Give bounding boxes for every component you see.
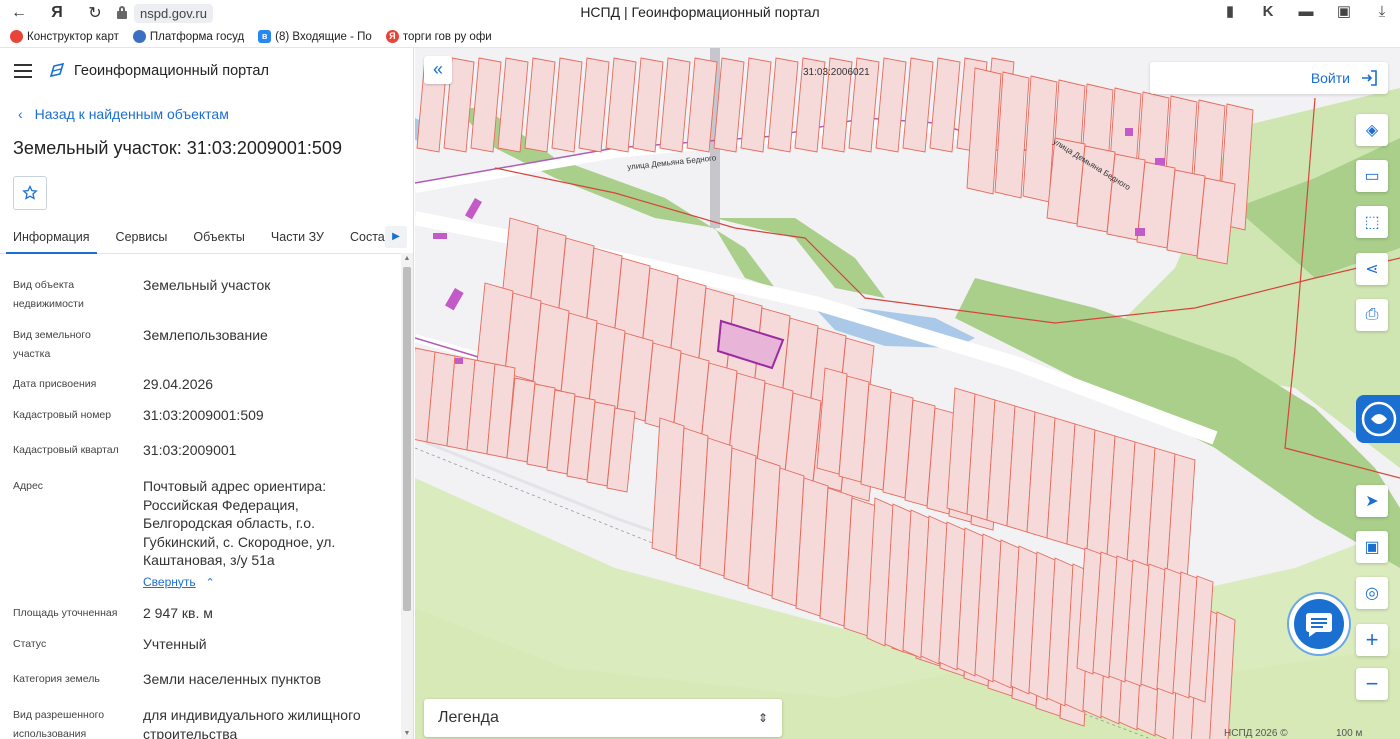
share-icon: ⋖ — [1365, 261, 1379, 278]
location-pin-icon: ◎ — [1365, 585, 1379, 602]
browser-actions: ▮ K ▬ ▣ ⤓ — [1220, 2, 1392, 21]
vk-icon: в — [258, 30, 272, 43]
select-area-icon: ⬚ — [1364, 214, 1380, 231]
bookmark-item[interactable]: Я торги гов ру офи — [385, 30, 492, 43]
help-icon — [1361, 401, 1397, 437]
zoom-out-button[interactable]: − — [1356, 668, 1388, 700]
login-icon — [1362, 70, 1377, 86]
select-area-button[interactable]: ⬚ — [1356, 206, 1388, 238]
download-icon[interactable]: ⤓ — [1372, 3, 1392, 20]
info-tabs: Информация Сервисы Объекты Части ЗУ Сост… — [0, 220, 413, 254]
land-parcel[interactable] — [632, 57, 664, 153]
chat-button[interactable] — [1294, 599, 1344, 649]
browser-toolbar: ← Я ↻ nspd.gov.ru ▮ K ▬ ▣ ⤓ — [0, 0, 1400, 26]
map-svg — [415, 48, 1400, 739]
object-info-panel: Геоинформационный портал ‹ Назад к найде… — [0, 48, 414, 739]
scrollbar-thumb[interactable] — [403, 267, 411, 611]
navigation-arrow-icon: ➤ — [1365, 493, 1379, 510]
ruler-icon: ▭ — [1364, 168, 1380, 185]
object-title: Земельный участок: 31:03:2009001:509 — [13, 138, 342, 158]
bookmark-item[interactable]: Конструктор карт — [10, 30, 119, 43]
panel-scrollbar[interactable]: ▲ ▼ — [401, 253, 413, 739]
minimap-button[interactable]: ▣ — [1356, 531, 1388, 563]
collapse-panel-button[interactable]: « — [424, 56, 452, 84]
land-parcel[interactable] — [605, 57, 637, 153]
minimap-icon: ▣ — [1364, 539, 1380, 556]
star-icon — [22, 185, 38, 200]
browser-nav: ← Я ↻ — [0, 3, 114, 23]
chat-icon — [1306, 613, 1332, 637]
print-button[interactable]: ⎙ — [1356, 299, 1388, 331]
lock-icon — [116, 6, 128, 20]
bookmark-item[interactable]: в (8) Входящие - По — [258, 30, 372, 43]
emblem-icon — [132, 30, 146, 43]
chevron-left-icon: ‹ — [18, 106, 23, 122]
geolocate-button[interactable]: ➤ — [1356, 485, 1388, 517]
quarter-label: 31:03:2006021 — [803, 67, 870, 78]
copyright: НСПД 2026 © — [1224, 728, 1288, 739]
map-pin-icon — [10, 30, 23, 43]
land-parcel[interactable] — [875, 57, 907, 153]
address-text: Почтовый адрес ориентира: Российская Фед… — [143, 478, 336, 568]
location-search-button[interactable]: ◎ — [1356, 577, 1388, 609]
reload-icon[interactable]: ↻ — [76, 3, 114, 23]
tab-services[interactable]: Сервисы — [116, 220, 168, 254]
mask-icon[interactable]: ▬ — [1296, 3, 1316, 20]
favorite-button[interactable] — [13, 176, 47, 210]
bookmarks-bar: Конструктор карт Платформа госуд в (8) В… — [0, 26, 1400, 48]
portal-logo-icon — [49, 62, 65, 78]
tabs-scroll-right-button[interactable]: ▶ — [385, 226, 407, 248]
tab-objects[interactable]: Объекты — [193, 220, 245, 254]
chevron-up-icon: ⌃ — [205, 576, 215, 589]
scroll-down-arrow-icon[interactable]: ▼ — [403, 730, 411, 737]
share-button[interactable]: ⋖ — [1356, 253, 1388, 285]
bookmark-item[interactable]: Платформа госуд — [132, 30, 244, 43]
map-scale: 100 м — [1336, 728, 1363, 739]
scroll-up-arrow-icon[interactable]: ▲ — [403, 255, 411, 262]
help-tab[interactable] — [1356, 395, 1400, 443]
collapse-address-link[interactable]: Свернуть — [143, 573, 196, 592]
menu-icon[interactable] — [14, 64, 32, 78]
print-icon: ⎙ — [1365, 306, 1379, 323]
chevron-updown-icon: ⇕ — [757, 711, 768, 725]
tab-parts[interactable]: Части ЗУ — [271, 220, 324, 254]
collections-icon[interactable]: ▣ — [1334, 2, 1354, 20]
portal-name: Геоинформационный портал — [74, 63, 269, 79]
measure-button[interactable]: ▭ — [1356, 160, 1388, 192]
bookmark-icon[interactable]: ▮ — [1220, 2, 1240, 20]
extension-icon[interactable]: K — [1258, 3, 1278, 20]
land-parcel[interactable] — [902, 57, 934, 153]
plus-icon: + — [1365, 627, 1379, 652]
map-canvas[interactable]: 31:03:2006021 улица Демьяна Бедного улиц… — [415, 48, 1400, 739]
zoom-in-button[interactable]: + — [1356, 624, 1388, 656]
land-parcel[interactable] — [524, 57, 556, 153]
url-text[interactable]: nspd.gov.ru — [134, 3, 213, 23]
tab-info[interactable]: Информация — [6, 220, 97, 254]
login-button[interactable]: Войти — [1150, 62, 1388, 94]
yandex-search-icon: Я — [385, 30, 399, 43]
land-parcel[interactable] — [551, 57, 583, 153]
back-arrow-icon[interactable]: ← — [0, 4, 38, 22]
land-parcel[interactable] — [578, 57, 610, 153]
address-bar[interactable]: nspd.gov.ru — [116, 3, 213, 23]
panel-header: Геоинформационный портал — [0, 48, 413, 94]
land-parcel[interactable] — [659, 57, 691, 153]
legend-dropdown[interactable]: Легенда ⇕ — [424, 699, 782, 737]
yandex-icon[interactable]: Я — [38, 4, 76, 22]
minus-icon: − — [1365, 671, 1379, 696]
back-to-results-link[interactable]: ‹ Назад к найденным объектам — [0, 104, 413, 124]
layers-icon: ◈ — [1365, 122, 1379, 139]
layers-button[interactable]: ◈ — [1356, 114, 1388, 146]
